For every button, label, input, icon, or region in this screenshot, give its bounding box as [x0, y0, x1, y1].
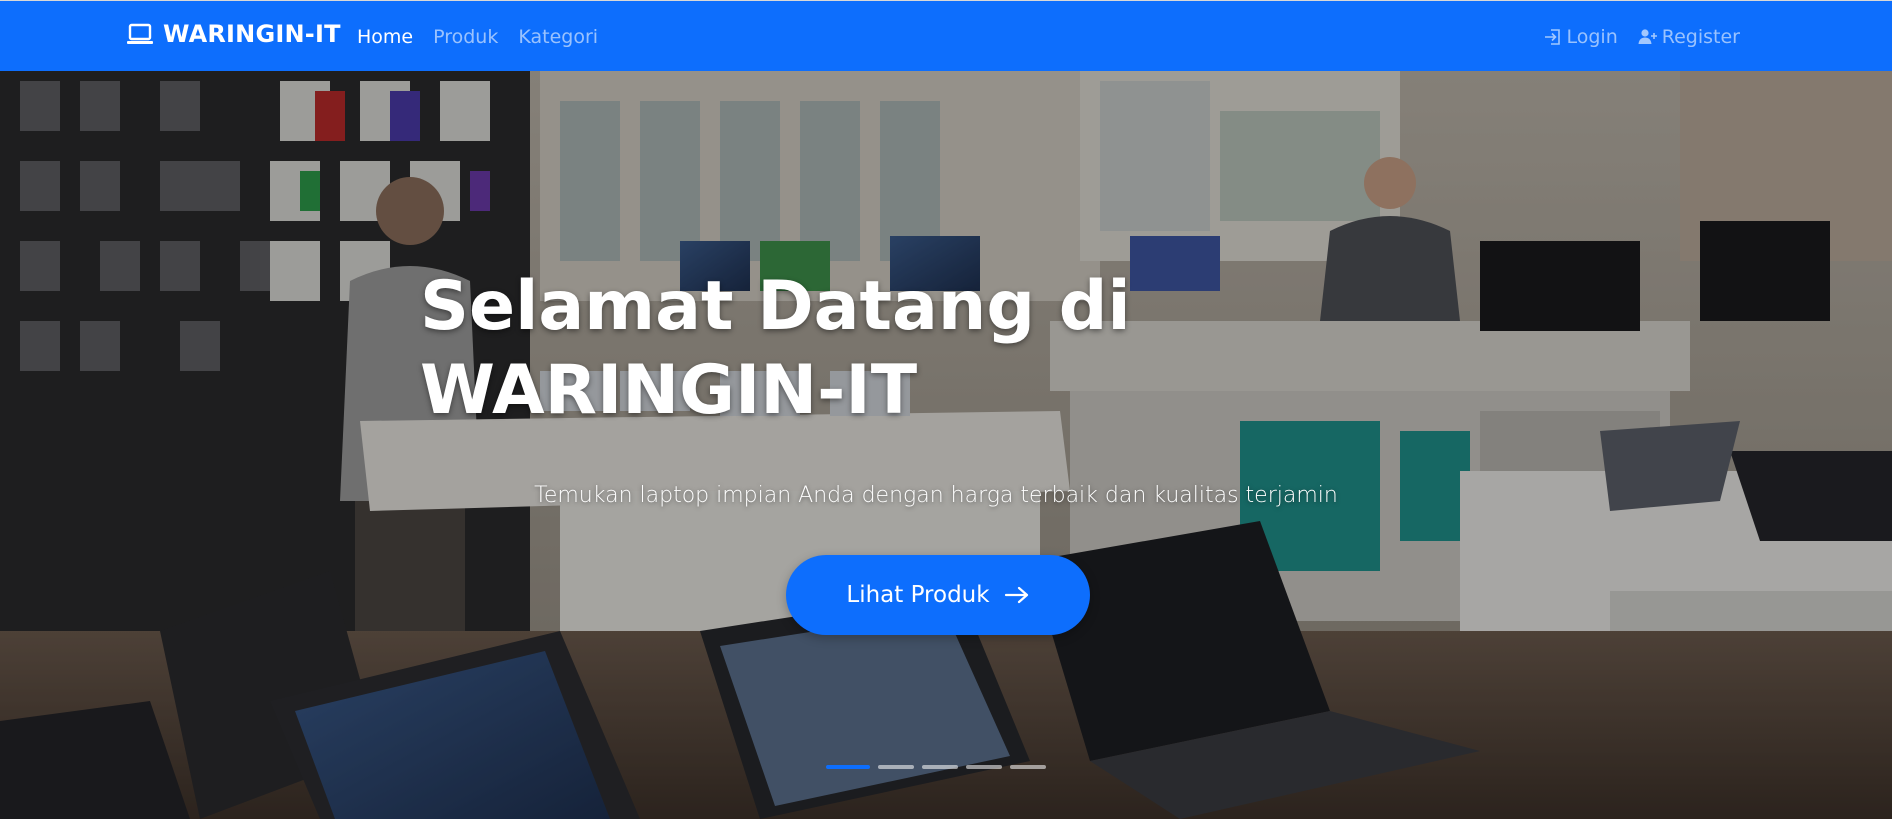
page: WARINGIN-IT Home Produk Kategori Login R… [0, 0, 1892, 819]
arrow-right-icon [1004, 586, 1028, 604]
hero-subtitle: Temukan laptop impian Anda dengan harga … [534, 483, 1338, 508]
carousel-indicator-4[interactable] [966, 765, 1002, 769]
person-plus-icon [1638, 29, 1657, 44]
navbar: WARINGIN-IT Home Produk Kategori Login R… [0, 0, 1892, 71]
view-products-label: Lihat Produk [846, 582, 990, 608]
login-link[interactable]: Login [1543, 26, 1618, 48]
carousel-indicator-1[interactable] [826, 765, 870, 769]
nav-link-home[interactable]: Home [357, 26, 413, 48]
box-arrow-in-right-icon [1544, 29, 1560, 45]
nav-link-produk[interactable]: Produk [433, 26, 498, 48]
register-label: Register [1661, 26, 1740, 48]
brand-name: WARINGIN-IT [163, 20, 341, 48]
carousel-indicators [826, 765, 1046, 769]
nav-auth: Login Register [1543, 26, 1740, 48]
laptop-icon [127, 23, 153, 44]
hero-carousel: Selamat Datang di WARINGIN-IT Temukan la… [0, 71, 1892, 819]
nav-links: Home Produk Kategori [357, 26, 598, 48]
register-link[interactable]: Register [1638, 26, 1740, 48]
brand-link[interactable]: WARINGIN-IT [127, 20, 341, 48]
carousel-indicator-5[interactable] [1010, 765, 1046, 769]
nav-link-kategori[interactable]: Kategori [518, 26, 598, 48]
login-label: Login [1566, 26, 1618, 48]
carousel-indicator-2[interactable] [878, 765, 914, 769]
hero-overlay [0, 71, 1892, 819]
view-products-button[interactable]: Lihat Produk [786, 555, 1090, 635]
hero-title: Selamat Datang di WARINGIN-IT [420, 267, 1131, 430]
carousel-indicator-3[interactable] [922, 765, 958, 769]
